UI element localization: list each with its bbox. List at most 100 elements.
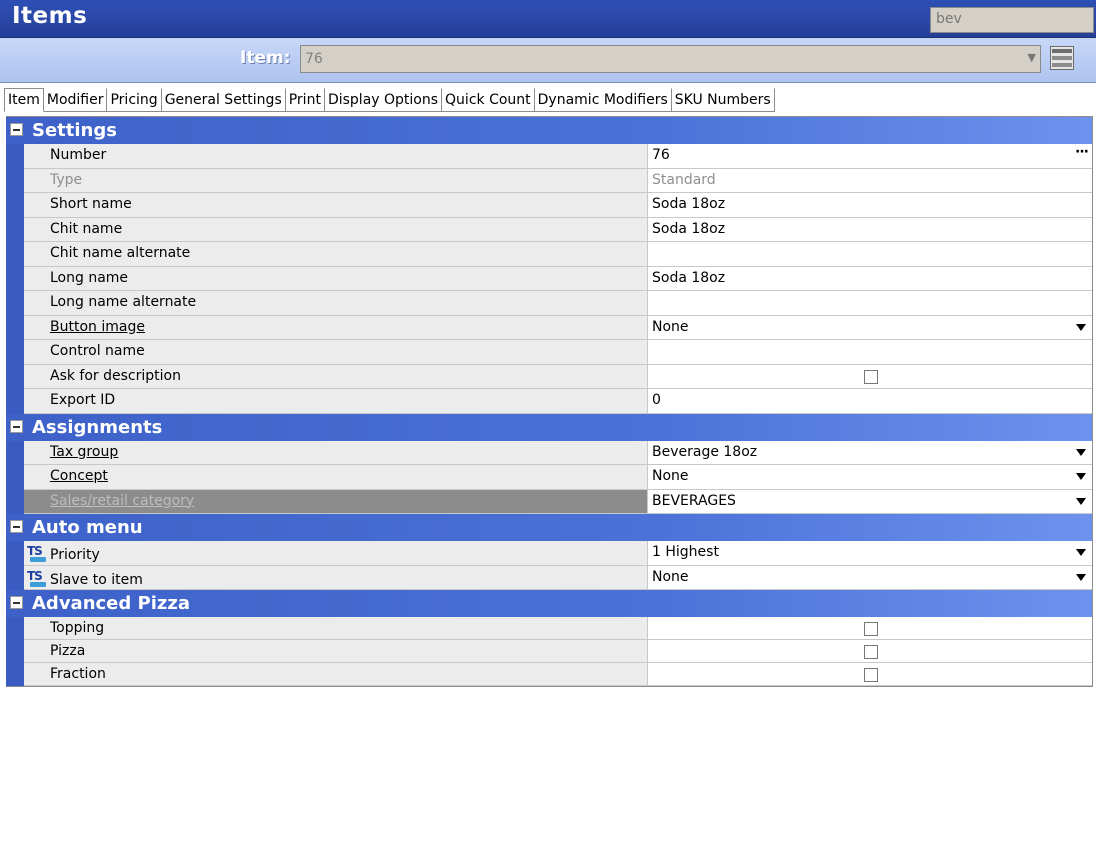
collapse-icon[interactable]	[10, 520, 23, 533]
tab-item[interactable]: Item	[4, 88, 44, 112]
row-sales-retail-category[interactable]: Sales/retail category BEVERAGES	[6, 489, 1092, 514]
property-label: Type	[24, 168, 648, 193]
grid-view-icon[interactable]	[1050, 46, 1074, 70]
item-selector-bar: Item: 76 ▼	[0, 38, 1096, 83]
dropdown-arrow-icon[interactable]	[1076, 323, 1086, 331]
section-title: Auto menu	[32, 517, 143, 538]
dropdown-arrow-icon[interactable]	[1076, 448, 1086, 456]
fraction-checkbox[interactable]	[864, 668, 878, 682]
section-advanced-pizza[interactable]: Advanced Pizza	[6, 590, 1092, 617]
chit-name-field[interactable]: Soda 18oz	[648, 217, 1092, 242]
row-priority[interactable]: TS Priority 1 Highest	[6, 541, 1092, 566]
collapse-icon[interactable]	[10, 419, 23, 433]
tab-general-settings[interactable]: General Settings	[162, 88, 286, 112]
tab-sku-numbers[interactable]: SKU Numbers	[672, 88, 775, 112]
concept-link[interactable]: Concept	[50, 468, 108, 484]
row-chit-name-alternate[interactable]: Chit name alternate	[6, 242, 1092, 267]
tab-quick-count[interactable]: Quick Count	[442, 88, 535, 112]
row-control-name[interactable]: Control name	[6, 340, 1092, 365]
fraction-cell	[648, 663, 1092, 686]
tab-display-options[interactable]: Display Options	[325, 88, 443, 112]
button-image-dropdown[interactable]: None	[648, 315, 1092, 340]
priority-dropdown[interactable]: 1 Highest	[648, 541, 1092, 566]
window-title: Items	[12, 3, 88, 29]
tax-group-value: Beverage 18oz	[652, 443, 758, 460]
tax-group-link[interactable]: Tax group	[50, 444, 118, 460]
collapse-icon[interactable]	[10, 123, 23, 136]
section-title: Assignments	[32, 416, 163, 438]
export-id-field[interactable]: 0	[648, 389, 1092, 414]
row-slave-to-item[interactable]: TS Slave to item None	[6, 565, 1092, 590]
property-label: Topping	[24, 617, 648, 640]
property-label: TS Slave to item	[24, 565, 648, 590]
row-ask-for-description[interactable]: Ask for description	[6, 364, 1092, 389]
chevron-down-icon[interactable]: ▼	[1028, 51, 1036, 64]
ask-for-description-checkbox[interactable]	[864, 369, 878, 384]
section-auto-menu[interactable]: Auto menu	[6, 514, 1092, 541]
item-combo[interactable]: 76 ▼	[300, 45, 1041, 73]
section-assignments[interactable]: Assignments	[6, 413, 1092, 441]
sales-retail-category-link[interactable]: Sales/retail category	[50, 493, 194, 509]
row-long-name[interactable]: Long name Soda 18oz	[6, 266, 1092, 291]
pizza-checkbox[interactable]	[864, 645, 878, 659]
section-settings[interactable]: Settings	[6, 117, 1092, 144]
item-combo-value: 76	[305, 51, 323, 67]
dropdown-arrow-icon[interactable]	[1076, 549, 1086, 556]
tab-strip: Item Modifier Pricing General Settings P…	[4, 88, 775, 112]
property-grid: Settings Number 76 ··· Type Standard Sho…	[6, 116, 1093, 687]
section-title: Settings	[32, 120, 117, 141]
property-label: Long name	[24, 266, 648, 291]
title-bar: Items bev	[0, 0, 1096, 38]
concept-value: None	[652, 468, 689, 484]
collapse-icon[interactable]	[10, 596, 23, 609]
tab-modifier[interactable]: Modifier	[44, 88, 108, 112]
property-label: Control name	[24, 340, 648, 365]
row-button-image[interactable]: Button image None	[6, 315, 1092, 340]
row-tax-group[interactable]: Tax group Beverage 18oz	[6, 440, 1092, 465]
sales-retail-category-dropdown[interactable]: BEVERAGES	[648, 489, 1092, 514]
row-number[interactable]: Number 76 ···	[6, 144, 1092, 169]
ts-icon: TS	[27, 544, 47, 562]
property-label-link[interactable]: Button image	[24, 315, 648, 340]
slave-to-item-dropdown[interactable]: None	[648, 565, 1092, 590]
row-topping[interactable]: Topping	[6, 617, 1092, 640]
tab-print[interactable]: Print	[286, 88, 325, 112]
slave-to-item-label: Slave to item	[50, 571, 143, 588]
concept-dropdown[interactable]: None	[648, 465, 1092, 490]
item-label: Item:	[240, 48, 291, 68]
number-value: 76	[652, 147, 670, 163]
property-label-link[interactable]: Sales/retail category	[24, 489, 648, 514]
long-name-field[interactable]: Soda 18oz	[648, 266, 1092, 291]
dropdown-arrow-icon[interactable]	[1076, 473, 1086, 480]
property-label-link[interactable]: Concept	[24, 465, 648, 490]
control-name-field[interactable]	[648, 340, 1092, 365]
button-image-value: None	[652, 318, 689, 335]
row-chit-name[interactable]: Chit name Soda 18oz	[6, 217, 1092, 242]
tab-pricing[interactable]: Pricing	[107, 88, 162, 112]
tax-group-dropdown[interactable]: Beverage 18oz	[648, 440, 1092, 465]
dropdown-arrow-icon[interactable]	[1076, 497, 1086, 505]
row-pizza[interactable]: Pizza	[6, 640, 1092, 663]
priority-label: Priority	[50, 547, 100, 563]
property-label: Ask for description	[24, 364, 648, 389]
property-label: Pizza	[24, 640, 648, 663]
ellipsis-icon[interactable]: ···	[1075, 144, 1089, 160]
row-short-name[interactable]: Short name Soda 18oz	[6, 193, 1092, 218]
short-name-field[interactable]: Soda 18oz	[648, 193, 1092, 218]
pizza-cell	[648, 640, 1092, 663]
property-label-link[interactable]: Tax group	[24, 440, 648, 465]
number-field[interactable]: 76 ···	[648, 144, 1092, 169]
row-long-name-alternate[interactable]: Long name alternate	[6, 291, 1092, 316]
search-input[interactable]: bev	[930, 7, 1094, 33]
property-label: Chit name alternate	[24, 242, 648, 267]
row-fraction[interactable]: Fraction	[6, 663, 1092, 686]
tab-dynamic-modifiers[interactable]: Dynamic Modifiers	[535, 88, 672, 112]
long-name-alternate-field[interactable]	[648, 291, 1092, 316]
chit-name-alternate-field[interactable]	[648, 242, 1092, 267]
type-field: Standard	[648, 168, 1092, 193]
button-image-link[interactable]: Button image	[50, 319, 145, 335]
topping-checkbox[interactable]	[864, 622, 878, 636]
row-concept[interactable]: Concept None	[6, 465, 1092, 490]
dropdown-arrow-icon[interactable]	[1076, 573, 1086, 581]
row-export-id[interactable]: Export ID 0	[6, 389, 1092, 414]
